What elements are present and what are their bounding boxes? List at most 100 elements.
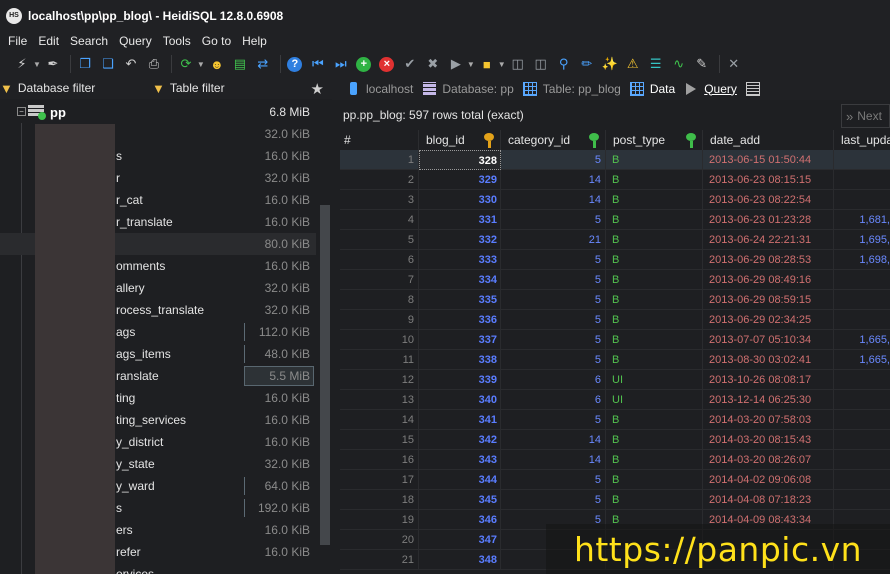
first-record-icon[interactable]: ⏮ xyxy=(308,54,328,74)
date-add-cell[interactable]: 2014-04-02 09:06:08 xyxy=(703,470,834,490)
table-row[interactable]: 16 343 14 B 2014-03-20 08:26:07 xyxy=(340,450,890,470)
last-update-cell[interactable] xyxy=(834,410,890,430)
add-record-icon[interactable]: + xyxy=(354,54,374,74)
blog-id-cell[interactable]: 341 xyxy=(419,410,501,430)
column-header-post-type[interactable]: post_type xyxy=(606,130,703,150)
column-header-row-number[interactable]: # xyxy=(340,130,419,150)
last-record-icon[interactable]: ⏭ xyxy=(331,54,351,74)
delete-record-icon[interactable]: × xyxy=(377,54,397,74)
blog-id-cell[interactable]: 340 xyxy=(419,390,501,410)
blog-id-cell[interactable]: 348 xyxy=(419,550,501,570)
transfer-icon[interactable]: ⇄ xyxy=(253,54,273,74)
last-update-cell[interactable]: 1,665, xyxy=(834,330,890,350)
last-update-cell[interactable] xyxy=(834,290,890,310)
save-icon[interactable]: ◫ xyxy=(508,54,528,74)
date-add-cell[interactable]: 2013-12-14 06:25:30 xyxy=(703,390,834,410)
table-row-selected[interactable]: 1 328 5 B 2013-06-15 01:50:44 xyxy=(340,150,890,170)
last-update-cell[interactable] xyxy=(834,470,890,490)
copy-icon[interactable]: ❐ xyxy=(75,54,95,74)
blog-id-cell[interactable]: 337 xyxy=(419,330,501,350)
save-snippet-icon[interactable]: ◫ xyxy=(531,54,551,74)
paste-icon[interactable]: ❑ xyxy=(98,54,118,74)
last-update-cell[interactable] xyxy=(834,310,890,330)
blog-id-cell[interactable]: 343 xyxy=(419,450,501,470)
last-update-cell[interactable] xyxy=(834,430,890,450)
last-update-cell[interactable] xyxy=(834,190,890,210)
category-id-cell[interactable]: 21 xyxy=(501,230,606,250)
refresh-icon[interactable]: ⟳ xyxy=(176,54,196,74)
post-type-cell[interactable]: B xyxy=(606,210,703,230)
table-row[interactable]: 4 331 5 B 2013-06-23 01:23:28 1,681, xyxy=(340,210,890,230)
blog-id-cell[interactable]: 339 xyxy=(419,370,501,390)
tab-database[interactable]: Database: pp xyxy=(422,77,514,100)
category-id-cell[interactable]: 5 xyxy=(501,350,606,370)
tab-table[interactable]: Table: pp_blog xyxy=(522,77,621,100)
close-tab-icon[interactable]: ✕ xyxy=(724,54,744,74)
blog-id-cell[interactable]: 344 xyxy=(419,470,501,490)
warning-icon[interactable]: ⚠ xyxy=(623,54,643,74)
post-type-cell[interactable]: B xyxy=(606,150,703,170)
date-add-cell[interactable]: 2013-06-24 22:21:31 xyxy=(703,230,834,250)
help-icon[interactable]: ? xyxy=(285,54,305,74)
last-update-cell[interactable]: 1,665, xyxy=(834,350,890,370)
blog-id-cell[interactable]: 347 xyxy=(419,530,501,550)
date-add-cell[interactable]: 2013-06-29 02:34:25 xyxy=(703,310,834,330)
blog-id-cell[interactable]: 334 xyxy=(419,270,501,290)
post-record-icon[interactable]: ✔ xyxy=(400,54,420,74)
column-header-last-update[interactable]: last_upda xyxy=(834,130,890,150)
category-id-cell[interactable]: 6 xyxy=(501,370,606,390)
menu-file[interactable]: File xyxy=(3,34,32,48)
undo-icon[interactable]: ↶ xyxy=(121,54,141,74)
blog-id-cell[interactable]: 342 xyxy=(419,430,501,450)
post-type-cell[interactable]: B xyxy=(606,310,703,330)
column-header-category-id[interactable]: category_id xyxy=(501,130,606,150)
table-row[interactable]: 11 338 5 B 2013-08-30 03:02:41 1,665, xyxy=(340,350,890,370)
table-row[interactable]: 3 330 14 B 2013-06-23 08:22:54 xyxy=(340,190,890,210)
tab-host[interactable]: localhost xyxy=(346,77,413,100)
execute-dropdown-icon[interactable]: ▼ xyxy=(467,60,475,69)
date-add-cell[interactable]: 2013-08-30 03:02:41 xyxy=(703,350,834,370)
menu-tools[interactable]: Tools xyxy=(158,34,196,48)
category-id-cell[interactable]: 14 xyxy=(501,170,606,190)
date-add-cell[interactable]: 2014-03-20 07:58:03 xyxy=(703,410,834,430)
format-sql-icon[interactable]: ✨ xyxy=(600,54,620,74)
date-add-cell[interactable]: 2013-06-15 01:50:44 xyxy=(703,150,834,170)
table-row[interactable]: 17 344 5 B 2014-04-02 09:06:08 xyxy=(340,470,890,490)
table-row[interactable]: 5 332 21 B 2013-06-24 22:21:31 1,695, xyxy=(340,230,890,250)
category-id-cell[interactable]: 5 xyxy=(501,410,606,430)
table-row[interactable]: 14 341 5 B 2014-03-20 07:58:03 xyxy=(340,410,890,430)
last-update-cell[interactable] xyxy=(834,170,890,190)
post-type-cell[interactable]: B xyxy=(606,190,703,210)
blog-id-cell[interactable]: 333 xyxy=(419,250,501,270)
date-add-cell[interactable]: 2014-03-20 08:26:07 xyxy=(703,450,834,470)
blog-id-cell[interactable]: 331 xyxy=(419,210,501,230)
post-type-cell[interactable]: B xyxy=(606,170,703,190)
column-header-blog-id[interactable]: blog_id xyxy=(419,130,501,150)
category-id-cell[interactable]: 5 xyxy=(501,210,606,230)
post-type-cell[interactable]: UI xyxy=(606,390,703,410)
disconnect-plug-icon[interactable]: ✒ xyxy=(43,54,63,74)
menu-query[interactable]: Query xyxy=(114,34,157,48)
table-row[interactable]: 6 333 5 B 2013-06-29 08:28:53 1,698, xyxy=(340,250,890,270)
data-grid[interactable]: # blog_id category_id post_type date_add… xyxy=(340,130,890,574)
blog-id-cell[interactable]: 336 xyxy=(419,310,501,330)
blog-id-cell[interactable]: 330 xyxy=(419,190,501,210)
print-icon[interactable]: ⎙ xyxy=(144,54,164,74)
open-folder-icon[interactable]: ■ xyxy=(477,54,497,74)
category-id-cell[interactable]: 5 xyxy=(501,250,606,270)
wave-icon[interactable]: ∿ xyxy=(669,54,689,74)
blog-id-cell[interactable]: 332 xyxy=(419,230,501,250)
category-id-cell[interactable]: 14 xyxy=(501,450,606,470)
post-type-cell[interactable]: B xyxy=(606,470,703,490)
last-update-cell[interactable] xyxy=(834,390,890,410)
date-add-cell[interactable]: 2013-10-26 08:08:17 xyxy=(703,370,834,390)
edit-pencil-icon[interactable]: ✎ xyxy=(692,54,712,74)
next-page-button[interactable]: » Next xyxy=(841,104,890,128)
open-dropdown-icon[interactable]: ▼ xyxy=(498,60,506,69)
refresh-dropdown-icon[interactable]: ▼ xyxy=(197,60,205,69)
date-add-cell[interactable]: 2013-06-29 08:49:16 xyxy=(703,270,834,290)
post-type-cell[interactable]: B xyxy=(606,270,703,290)
tree-scrollbar[interactable] xyxy=(318,101,332,574)
table-row[interactable]: 2 329 14 B 2013-06-23 08:15:15 xyxy=(340,170,890,190)
post-type-cell[interactable]: B xyxy=(606,350,703,370)
